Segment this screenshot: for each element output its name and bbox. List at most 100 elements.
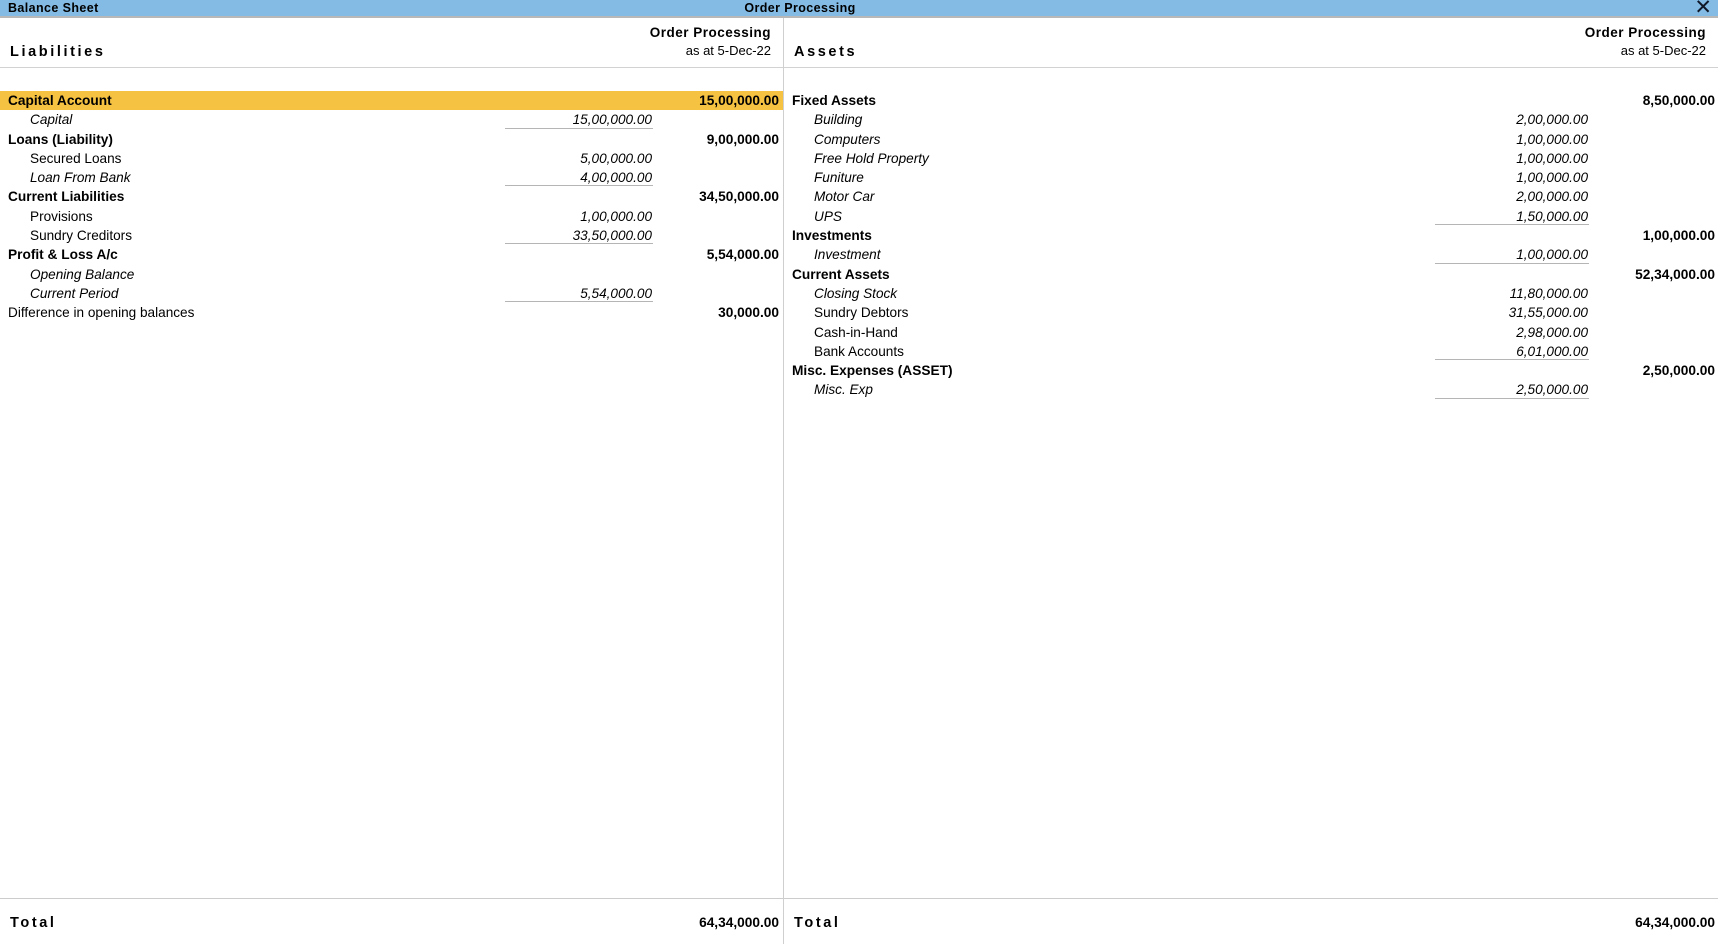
account-label: Provisions (30, 208, 93, 224)
account-item-row[interactable]: Building 2,00,000.00 (784, 110, 1718, 129)
assets-title: Assets (794, 44, 858, 60)
item-amount: 1,00,000.00 (1358, 245, 1589, 264)
account-item-row[interactable]: Current Period 5,54,000.00 (0, 284, 783, 303)
account-group-row[interactable]: Current Assets 52,34,000.00 (784, 265, 1718, 284)
account-label: Capital Account (8, 93, 112, 108)
account-label: Building (814, 112, 863, 128)
account-item-row[interactable]: UPS 1,50,000.00 (784, 207, 1718, 226)
account-label: Misc. Exp (814, 382, 873, 398)
assets-company-block: Order Processing as at 5-Dec-22 (1585, 24, 1706, 60)
account-label: Current Period (30, 285, 119, 301)
item-amount: 31,55,000.00 (1508, 305, 1588, 321)
item-amount: 1,00,000.00 (1516, 131, 1588, 147)
item-amount: 33,50,000.00 (422, 226, 653, 245)
group-total-amount: 5,54,000.00 (706, 247, 779, 263)
account-label: Difference in opening balances (8, 305, 195, 321)
group-total-amount: 1,00,000.00 (1642, 228, 1715, 244)
item-amount: 6,01,000.00 (1358, 342, 1589, 361)
assets-total-label: Total (794, 915, 841, 931)
item-amount: 1,00,000.00 (1516, 150, 1588, 166)
account-item-row[interactable]: Investment 1,00,000.00 (784, 245, 1718, 264)
account-item-row[interactable]: Computers 1,00,000.00 (784, 130, 1718, 149)
account-group-row[interactable]: Fixed Assets 8,50,000.00 (784, 91, 1718, 110)
group-total-amount: 34,50,000.00 (699, 189, 779, 205)
account-label: Secured Loans (30, 150, 122, 166)
account-label: Computers (814, 131, 881, 147)
balance-sheet: Liabilities Order Processing as at 5-Dec… (0, 16, 1718, 944)
account-label: Current Liabilities (8, 189, 125, 205)
liabilities-company-name: Order Processing (649, 25, 771, 40)
item-amount: 1,00,000.00 (1516, 170, 1588, 186)
account-item-row[interactable]: Capital 15,00,000.00 (0, 110, 783, 129)
account-item-row[interactable]: Sundry Debtors 31,55,000.00 (784, 303, 1718, 322)
account-group-row[interactable]: Loans (Liability) 9,00,000.00 (0, 130, 783, 149)
account-item-row[interactable]: Bank Accounts 6,01,000.00 (784, 342, 1718, 361)
assets-as-at-date: as at 5-Dec-22 (1620, 43, 1706, 59)
item-amount: 15,00,000.00 (422, 110, 653, 129)
account-item-row[interactable]: Opening Balance (0, 265, 783, 284)
assets-rows: Fixed Assets 8,50,000.00 Building 2,00,000.… (784, 68, 1718, 858)
liabilities-total-amount: 64,34,000.00 (699, 915, 779, 930)
account-item-row[interactable]: Provisions 1,00,000.00 (0, 207, 783, 226)
item-amount: 2,00,000.00 (1516, 112, 1588, 128)
account-label: UPS (814, 208, 842, 224)
account-group-row[interactable]: Current Liabilities 34,50,000.00 (0, 187, 783, 206)
account-label: Closing Stock (814, 285, 898, 301)
account-label: Cash-in-Hand (814, 324, 898, 340)
account-item-row[interactable]: Funiture 1,00,000.00 (784, 168, 1718, 187)
account-label: Opening Balance (30, 266, 135, 282)
group-total-amount: 15,00,000.00 (699, 93, 779, 108)
account-label: Current Assets (792, 266, 890, 282)
group-total-amount: 9,00,000.00 (706, 131, 779, 147)
item-amount: 5,54,000.00 (422, 284, 653, 303)
account-label: Investment (814, 247, 881, 263)
assets-company-name: Order Processing (1584, 25, 1706, 40)
account-label: Sundry Debtors (814, 305, 909, 321)
account-item-row[interactable]: Free Hold Property 1,00,000.00 (784, 149, 1718, 168)
liabilities-title: Liabilities (10, 44, 106, 60)
account-item-row[interactable]: Loan From Bank 4,00,000.00 (0, 168, 783, 187)
group-total-amount: 2,50,000.00 (1642, 363, 1715, 379)
account-label: Misc. Expenses (ASSET) (792, 363, 953, 379)
account-item-row[interactable]: Secured Loans 5,00,000.00 (0, 149, 783, 168)
liabilities-as-at-date: as at 5-Dec-22 (685, 43, 771, 59)
item-amount: 1,00,000.00 (580, 208, 652, 224)
account-label: Funiture (814, 170, 864, 186)
window-title-bar: Balance Sheet Order Processing ✕ (0, 0, 1718, 18)
assets-pane: Assets Order Processing as at 5-Dec-22 F… (784, 18, 1718, 944)
group-total-amount: 30,000.00 (718, 305, 779, 321)
account-group-row[interactable]: Capital Account 15,00,000.00 (0, 91, 783, 111)
account-label: Motor Car (814, 189, 875, 205)
account-label: Free Hold Property (814, 150, 929, 166)
item-amount: 11,80,000.00 (1509, 285, 1588, 301)
liabilities-pane: Liabilities Order Processing as at 5-Dec… (0, 18, 784, 944)
liabilities-rows: Capital Account 15,00,000.00 Capital 15,00,… (0, 68, 783, 858)
item-amount: 2,50,000.00 (1358, 380, 1589, 400)
account-label: Loan From Bank (30, 170, 131, 186)
account-item-row[interactable]: Misc. Exp 2,50,000.00 (784, 380, 1718, 400)
liabilities-total-label: Total (10, 915, 57, 931)
item-amount: 2,98,000.00 (1516, 324, 1588, 340)
account-group-row[interactable]: Profit & Loss A/c 5,54,000.00 (0, 245, 783, 264)
account-item-row[interactable]: Difference in opening balances 30,000.00 (0, 303, 783, 322)
liabilities-company-block: Order Processing as at 5-Dec-22 (650, 24, 771, 60)
item-amount: 5,00,000.00 (580, 150, 652, 166)
item-amount: 1,50,000.00 (1358, 207, 1589, 226)
liabilities-header: Liabilities Order Processing as at 5-Dec… (0, 18, 783, 68)
group-total-amount: 52,34,000.00 (1635, 266, 1715, 282)
account-item-row[interactable]: Sundry Creditors 33,50,000.00 (0, 226, 783, 245)
account-group-row[interactable]: Investments 1,00,000.00 (784, 226, 1718, 245)
account-label: Profit & Loss A/c (8, 247, 118, 263)
account-label: Capital (30, 112, 73, 128)
item-amount: 2,00,000.00 (1516, 189, 1588, 205)
account-label: Fixed Assets (792, 93, 876, 108)
account-item-row[interactable]: Cash-in-Hand 2,98,000.00 (784, 323, 1718, 342)
account-item-row[interactable]: Closing Stock 11,80,000.00 (784, 284, 1718, 303)
assets-header: Assets Order Processing as at 5-Dec-22 (784, 18, 1718, 68)
group-total-amount: 8,50,000.00 (1642, 93, 1715, 108)
liabilities-total-row: Total 64,34,000.00 (0, 898, 783, 944)
account-group-row[interactable]: Misc. Expenses (ASSET) 2,50,000.00 (784, 361, 1718, 380)
account-label: Sundry Creditors (30, 228, 132, 244)
account-item-row[interactable]: Motor Car 2,00,000.00 (784, 187, 1718, 206)
company-title: Order Processing (744, 1, 856, 15)
